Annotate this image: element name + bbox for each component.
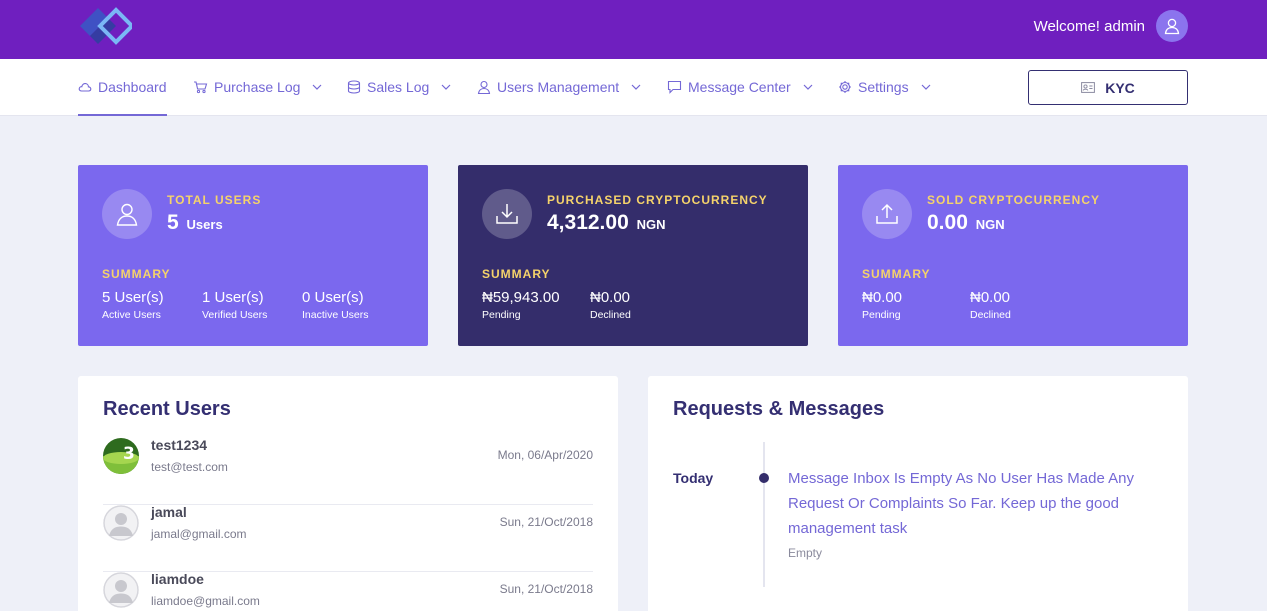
admin-avatar[interactable]	[1156, 10, 1188, 42]
card-label: TOTAL USERS	[167, 193, 262, 207]
database-icon	[347, 80, 361, 94]
cart-icon	[194, 81, 208, 94]
nav-settings[interactable]: Settings	[838, 59, 931, 115]
nav-purchase-log[interactable]: Purchase Log	[193, 59, 322, 115]
diamond-logo[interactable]	[76, 4, 135, 50]
user-name: liamdoe	[151, 571, 204, 587]
nav-label: Message Center	[688, 79, 791, 95]
svg-text:3: 3	[123, 444, 135, 464]
timeline-dot	[759, 473, 769, 483]
kyc-button[interactable]: KYC	[1028, 70, 1188, 105]
panel-title: Recent Users	[103, 398, 231, 420]
user-email: jamal@gmail.com	[151, 527, 247, 541]
nav-sales-log[interactable]: Sales Log	[347, 59, 451, 115]
nav-label: Purchase Log	[214, 79, 301, 95]
nav-dashboard[interactable]: Dashboard	[78, 59, 167, 116]
user-date: Sun, 21/Oct/2018	[499, 515, 593, 529]
chevron-down-icon	[441, 84, 451, 90]
user-name: jamal	[151, 504, 187, 520]
avatar	[103, 572, 139, 608]
top-bar: Welcome! admin	[0, 0, 1267, 59]
user-icon	[1164, 18, 1180, 35]
avatar: 3	[103, 438, 139, 474]
user-email: liamdoe@gmail.com	[151, 594, 260, 608]
summary-label: SUMMARY	[482, 267, 551, 281]
nav-label: Sales Log	[367, 79, 430, 95]
chat-icon	[667, 80, 682, 94]
nav-label: Users Management	[497, 79, 620, 95]
nav-message-center[interactable]: Message Center	[667, 59, 813, 115]
total-users-card: TOTAL USERS 5 Users SUMMARY 5 User(s) Ac…	[78, 165, 428, 346]
summary-stat: ₦0.00 Pending	[862, 289, 903, 321]
timeline-date: Today	[673, 470, 714, 486]
chevron-down-icon	[312, 84, 322, 90]
avatar	[103, 505, 139, 541]
summary-stat: 0 User(s) Inactive Users	[302, 289, 369, 321]
summary-label: SUMMARY	[102, 267, 171, 281]
list-item[interactable]: jamal jamal@gmail.com Sun, 21/Oct/2018	[103, 504, 593, 572]
summary-stat: ₦59,943.00 Pending	[482, 289, 560, 321]
card-value: 5 Users	[167, 211, 223, 234]
card-value: 0.00 NGN	[927, 211, 1005, 234]
chevron-down-icon	[921, 84, 931, 90]
user-name: test1234	[151, 437, 208, 453]
user-email: test@test.com	[151, 460, 228, 474]
chevron-down-icon	[631, 84, 641, 90]
summary-stat: 1 User(s) Verified Users	[202, 289, 268, 321]
nav-label: Settings	[858, 79, 909, 95]
card-label: SOLD CRYPTOCURRENCY	[927, 193, 1101, 207]
chevron-down-icon	[803, 84, 813, 90]
requests-panel: Requests & Messages Today Message Inbox …	[648, 376, 1188, 611]
summary-stat: 5 User(s) Active Users	[102, 289, 164, 321]
sold-crypto-card: SOLD CRYPTOCURRENCY 0.00 NGN SUMMARY ₦0.…	[838, 165, 1188, 346]
user-date: Mon, 06/Apr/2020	[497, 448, 593, 462]
summary-label: SUMMARY	[862, 267, 931, 281]
list-item[interactable]: 3 test1234 test@test.com Mon, 06/Apr/202…	[103, 437, 593, 505]
summary-stat: ₦0.00 Declined	[590, 289, 631, 321]
welcome-text: Welcome! admin	[1033, 18, 1145, 35]
user-date: Sun, 21/Oct/2018	[499, 582, 593, 596]
user-icon	[102, 189, 152, 239]
gear-icon	[839, 81, 851, 93]
upload-icon	[862, 189, 912, 239]
card-value: 4,312.00 NGN	[547, 211, 666, 234]
timeline-line	[763, 442, 765, 587]
message-text: Message Inbox Is Empty As No User Has Ma…	[788, 470, 1134, 537]
cloud-icon	[78, 82, 92, 92]
id-card-icon	[1081, 82, 1096, 93]
user-icon	[477, 80, 491, 94]
recent-users-panel: Recent Users 3 test1234 test@test.com Mo…	[78, 376, 618, 611]
summary-stat: ₦0.00 Declined	[970, 289, 1011, 321]
main-nav: Dashboard Purchase Log Sales Log Users M…	[0, 59, 1267, 116]
nav-label: Dashboard	[98, 78, 167, 95]
nav-users-management[interactable]: Users Management	[477, 59, 641, 115]
purchased-crypto-card: PURCHASED CRYPTOCURRENCY 4,312.00 NGN SU…	[458, 165, 808, 346]
download-icon	[482, 189, 532, 239]
panel-title: Requests & Messages	[673, 398, 885, 420]
card-label: PURCHASED CRYPTOCURRENCY	[547, 193, 768, 207]
message-status: Empty	[788, 546, 823, 560]
list-item[interactable]: liamdoe liamdoe@gmail.com Sun, 21/Oct/20…	[103, 571, 593, 611]
kyc-label: KYC	[1105, 79, 1135, 96]
